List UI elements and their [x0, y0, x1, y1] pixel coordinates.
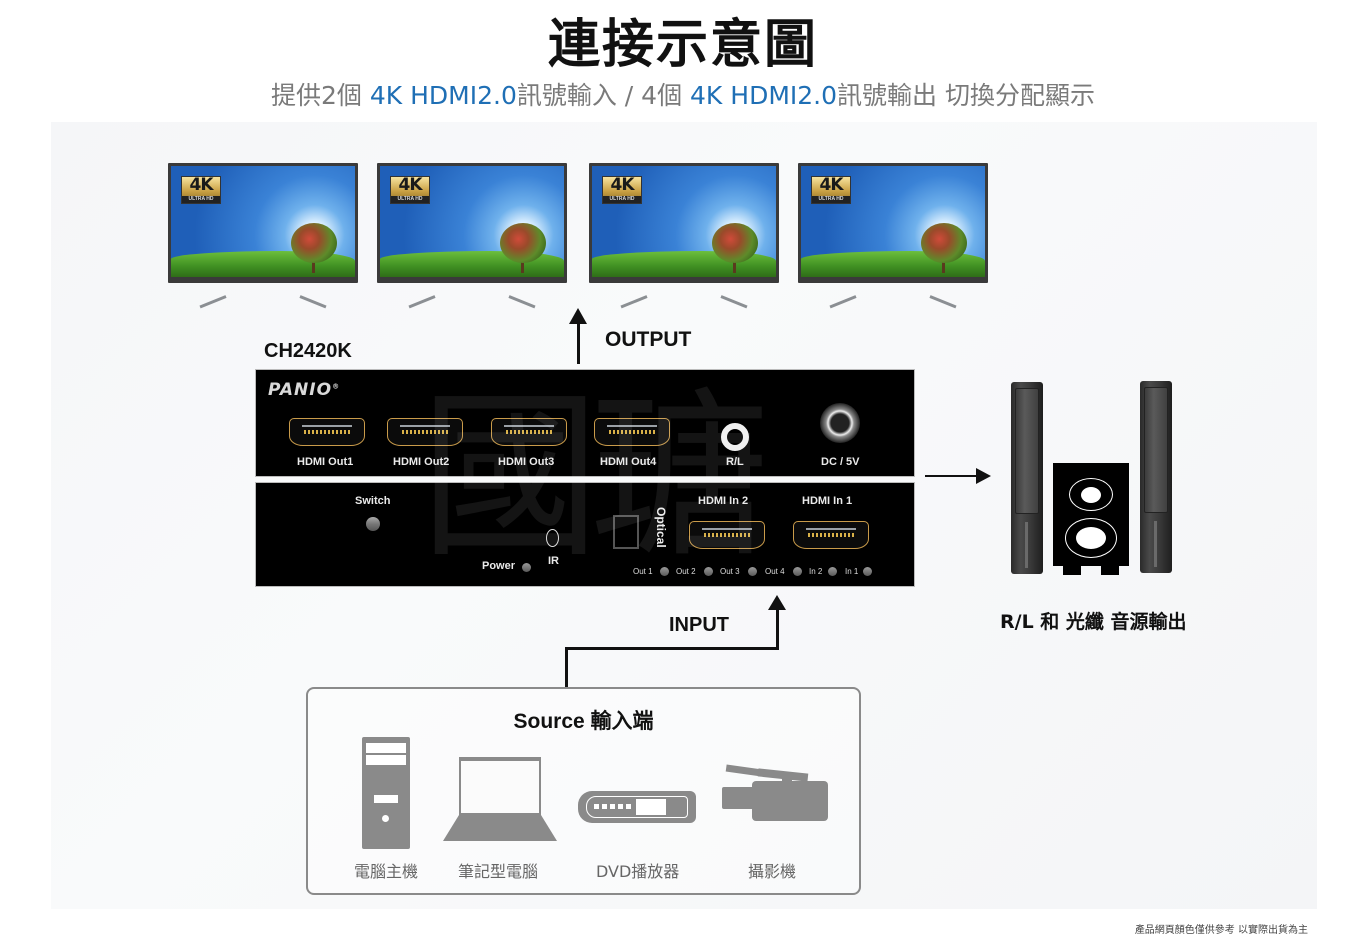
led-label-out4: Out 4	[765, 567, 785, 576]
hdmi-in1-label: HDMI In 1	[802, 495, 853, 507]
subtitle-highlight: 4K HDMI2.0	[690, 81, 838, 110]
ir-sensor-icon	[546, 529, 559, 547]
tv-display-1: 4K ULTRA HD	[168, 163, 358, 309]
led-label-in1: In 1	[845, 567, 859, 576]
power-label: Power	[482, 560, 516, 572]
device-model: CH2420K	[264, 340, 352, 362]
hdmi-port-icon	[689, 521, 765, 549]
page-subtitle: 提供2個 4K HDMI2.0訊號輸入 / 4個 4K HDMI2.0訊號輸出 …	[0, 76, 1366, 112]
video-camera-icon	[722, 764, 830, 825]
power-led-icon	[522, 563, 531, 572]
device-input-panel: Switch Power IR Optical HDMI In 2 HDMI I…	[255, 482, 915, 587]
tower-speaker-left-icon	[1011, 382, 1043, 574]
led-out1-icon	[660, 567, 669, 576]
tv-display-4: 4K ULTRA HD	[798, 163, 988, 309]
4k-ultra-hd-badge-icon: 4K ULTRA HD	[181, 175, 221, 204]
dc-power-jack-icon	[820, 403, 860, 443]
device-output-panel: PANIO® HDMI Out1 HDMI Out2 HDMI Out3 HDM…	[255, 369, 915, 477]
led-label-out3: Out 3	[720, 567, 740, 576]
4k-ultra-hd-badge-icon: 4K ULTRA HD	[602, 175, 642, 204]
audio-jack-label: R/L	[726, 456, 744, 468]
led-out3-icon	[748, 567, 757, 576]
subwoofer-icon	[1053, 463, 1129, 575]
page-title: 連接示意圖	[547, 15, 818, 75]
tv-display-2: 4K ULTRA HD	[377, 163, 567, 309]
hdmi-port-icon	[594, 418, 670, 446]
led-in2-icon	[828, 567, 837, 576]
source-devices-box: Source 輸入端 電腦主機 筆記型電腦 DVD播放器 攝影機	[306, 687, 861, 895]
hdmi-out2-label: HDMI Out2	[393, 456, 450, 468]
4k-ultra-hd-badge-icon: 4K ULTRA HD	[811, 175, 851, 204]
output-label: OUTPUT	[605, 328, 692, 351]
hdmi-out4-label: HDMI Out4	[600, 456, 657, 468]
subtitle-part: 提供2個	[271, 81, 370, 110]
hdmi-out3-label: HDMI Out3	[498, 456, 555, 468]
led-out2-icon	[704, 567, 713, 576]
desktop-tower-icon	[362, 737, 410, 849]
source-label-camera: 攝影機	[748, 862, 797, 881]
dc-power-label: DC / 5V	[821, 456, 860, 468]
subtitle-highlight: 4K HDMI2.0	[369, 81, 517, 110]
input-label: INPUT	[669, 614, 729, 636]
brand-logo: PANIO®	[268, 380, 341, 400]
switch-button-icon	[366, 517, 380, 531]
dvd-player-icon	[578, 791, 696, 823]
4k-ultra-hd-badge-icon: 4K ULTRA HD	[390, 175, 430, 204]
subtitle-part: 訊號輸出 切換分配顯示	[837, 81, 1095, 110]
audio-jack-icon	[721, 423, 749, 451]
led-label-in2: In 2	[809, 567, 823, 576]
tv-display-3: 4K ULTRA HD	[589, 163, 779, 309]
source-label-dvd: DVD播放器	[596, 862, 680, 881]
tower-speaker-right-icon	[1140, 381, 1172, 573]
optical-label: Optical	[654, 507, 668, 548]
hdmi-port-icon	[491, 418, 567, 446]
laptop-icon	[443, 757, 558, 842]
led-label-out1: Out 1	[633, 567, 653, 576]
hdmi-in2-label: HDMI In 2	[698, 495, 749, 507]
hdmi-port-icon	[793, 521, 869, 549]
optical-port-icon	[613, 515, 639, 549]
audio-output-caption: R/L 和 光纖 音源輸出	[1000, 611, 1187, 633]
led-out4-icon	[793, 567, 802, 576]
hdmi-port-icon	[387, 418, 463, 446]
led-label-out2: Out 2	[676, 567, 696, 576]
led-in1-icon	[863, 567, 872, 576]
source-title: Source 輸入端	[513, 710, 654, 733]
hdmi-out1-label: HDMI Out1	[297, 456, 354, 468]
hdmi-port-icon	[289, 418, 365, 446]
ir-label: IR	[548, 555, 559, 567]
switch-label: Switch	[355, 495, 391, 507]
disclaimer-note: 產品網頁顏色僅供參考 以實際出貨為主	[1134, 925, 1308, 936]
subtitle-part: 訊號輸入 / 4個	[516, 81, 691, 110]
source-label-laptop: 筆記型電腦	[458, 862, 539, 881]
source-label-desktop: 電腦主機	[354, 862, 419, 881]
